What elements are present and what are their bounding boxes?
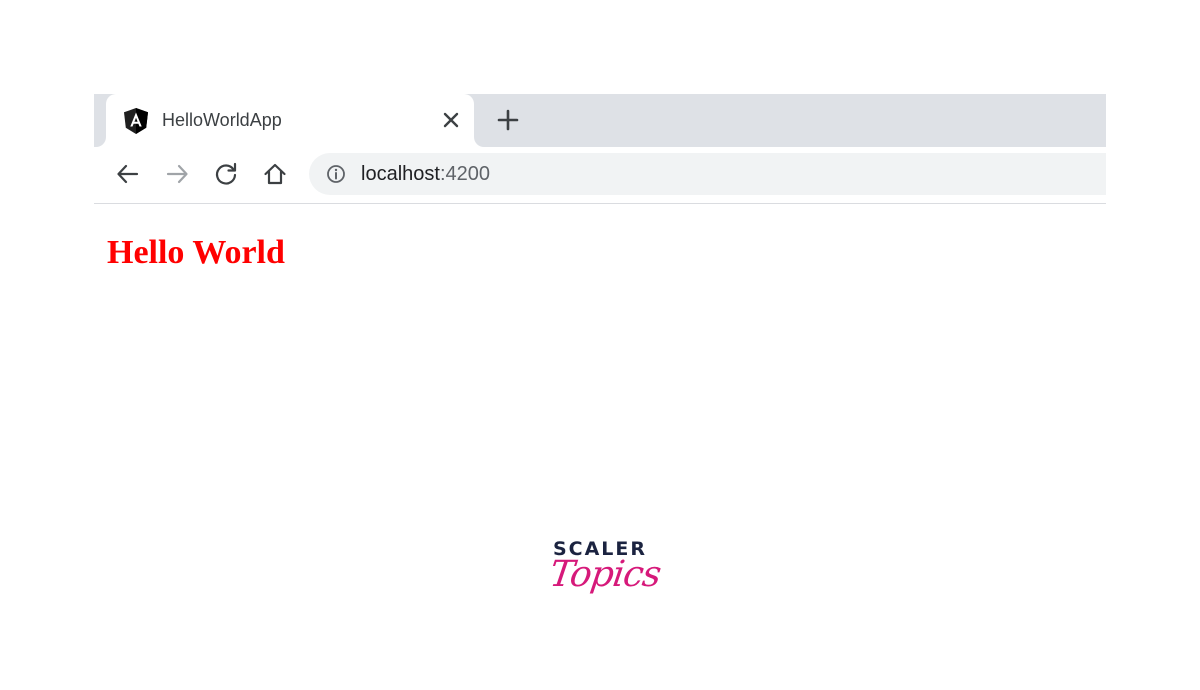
scaler-topics-logo: SCALER Topics xyxy=(540,536,663,626)
browser-toolbar: localhost:4200 xyxy=(94,147,1106,204)
tab-strip: HelloWorldApp xyxy=(94,94,1106,147)
arrow-left-icon[interactable] xyxy=(114,160,142,188)
logo-topics-text: Topics xyxy=(547,554,663,595)
info-icon[interactable] xyxy=(326,164,346,184)
page-heading: Hello World xyxy=(107,234,285,271)
plus-icon[interactable] xyxy=(494,106,522,134)
address-bar[interactable]: localhost:4200 xyxy=(309,153,1106,195)
browser-window: HelloWorldApp localhost:4200 xyxy=(94,94,1106,204)
tab-helloworldapp[interactable]: HelloWorldApp xyxy=(106,94,474,147)
home-icon[interactable] xyxy=(261,160,289,188)
tab-title: HelloWorldApp xyxy=(162,110,282,130)
url-port: :4200 xyxy=(439,163,490,185)
close-icon[interactable] xyxy=(438,107,464,133)
url-host: localhost xyxy=(361,163,440,185)
reload-icon[interactable] xyxy=(212,160,240,188)
arrow-right-icon[interactable] xyxy=(163,160,191,188)
angular-logo-icon xyxy=(124,108,148,134)
url-text[interactable]: localhost:4200 xyxy=(361,163,490,186)
